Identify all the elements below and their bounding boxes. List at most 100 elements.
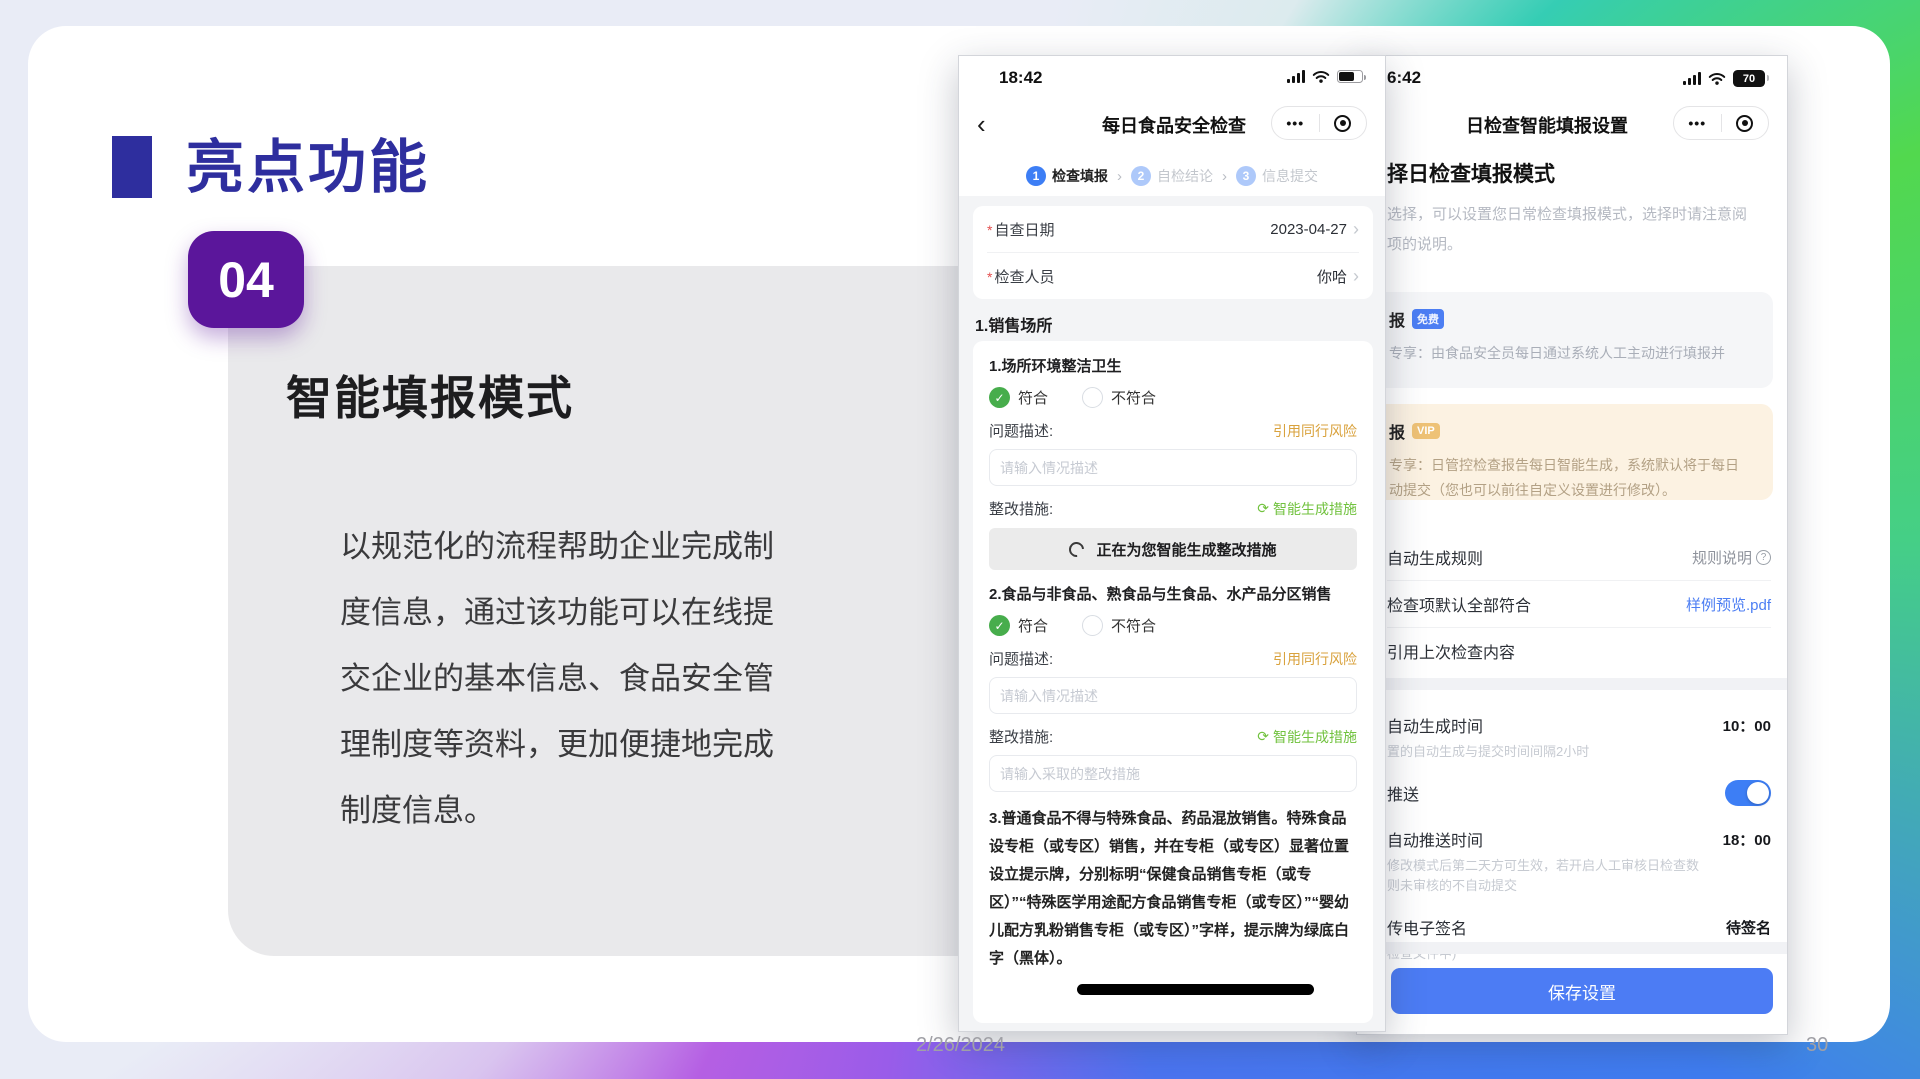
phone-header: 18:42 ‹ 每日食品安全检查 •••	[959, 56, 1385, 196]
mode-vip-name: 报	[1389, 419, 1405, 443]
feature-description: 以规范化的流程帮助企业完成制 度信息，通过该功能可以在线提 交企业的基本信息、食…	[340, 514, 940, 844]
question-2-title: 2.食品与非食品、熟食品与生食品、水产品分区销售	[989, 583, 1357, 604]
form-row-date[interactable]: *自查日期 2023-04-27›	[987, 206, 1359, 252]
refresh-icon: ⟳	[1257, 500, 1269, 517]
mode-vip-title: 报 VIP	[1389, 419, 1757, 443]
measure-input[interactable]	[989, 755, 1357, 792]
radio-pass[interactable]: ✓符合	[989, 387, 1048, 408]
radio-fail[interactable]: 不符合	[1082, 387, 1156, 408]
back-icon[interactable]: ‹	[977, 108, 986, 140]
question-1-title: 1.场所环境整洁卫生	[989, 355, 1357, 376]
more-menu-icon[interactable]: •••	[1272, 115, 1319, 131]
close-target-icon[interactable]	[1320, 115, 1367, 132]
radio-unchecked-icon	[1082, 387, 1103, 408]
mode-free-title: 报 免费	[1389, 307, 1757, 331]
measure-label: 整改措施:	[989, 498, 1053, 519]
section-title: 1.销售场所	[975, 312, 1052, 336]
push-toggle[interactable]	[1725, 780, 1771, 806]
form-body: *自查日期 2023-04-27› *检查人员 你哈› 1.销售场所 1.场所环…	[959, 196, 1385, 1031]
problem-label: 问题描述:	[989, 648, 1053, 669]
footer-date: 2/26/2024	[916, 1034, 1005, 1057]
step-arrow-icon: ›	[1117, 168, 1122, 185]
setting-row-quote-last[interactable]: 引用上次检查内容	[1387, 628, 1771, 674]
generate-time-value: 10：00	[1723, 715, 1771, 736]
radio-unchecked-icon	[1082, 615, 1103, 636]
step-1[interactable]: 1 检查填报	[1026, 166, 1108, 186]
nav-bar: 日检查智能填报设置 •••	[1357, 104, 1787, 146]
setting-row-rule[interactable]: 自动生成规则 规则说明 ?	[1387, 534, 1771, 580]
problem-label: 问题描述:	[989, 420, 1053, 441]
question-1-radios: ✓符合 不符合	[989, 387, 1357, 408]
chevron-right-icon: ›	[1353, 222, 1359, 236]
section-gap	[1357, 678, 1787, 690]
date-value: 2023-04-27›	[1270, 221, 1359, 238]
setting-row-default-pass[interactable]: 检查项默认全部符合 样例预览.pdf	[1387, 581, 1771, 627]
ai-generate-link[interactable]: ⟳智能生成措施	[1257, 499, 1357, 519]
radio-pass[interactable]: ✓符合	[989, 615, 1048, 636]
measure-label: 整改措施:	[989, 726, 1053, 747]
push-time-label: 自动推送时间	[1387, 827, 1483, 851]
ai-generate-link[interactable]: ⟳智能生成措施	[1257, 727, 1357, 747]
step-2-label: 自检结论	[1157, 166, 1213, 186]
save-settings-button[interactable]: 保存设置	[1391, 968, 1773, 1014]
close-target-icon[interactable]	[1722, 115, 1769, 132]
inspector-value: 你哈›	[1317, 266, 1359, 287]
wifi-icon	[1312, 70, 1330, 83]
required-mark: *	[987, 269, 992, 285]
form-meta-card: *自查日期 2023-04-27› *检查人员 你哈›	[973, 206, 1373, 299]
help-icon: ?	[1756, 550, 1771, 565]
problem-label-row: 问题描述: 引用同行风险	[989, 420, 1357, 441]
feature-number-badge: 04	[188, 231, 304, 328]
problem-input[interactable]	[989, 677, 1357, 714]
refresh-icon: ⟳	[1257, 728, 1269, 745]
checklist-card: 1.场所环境整洁卫生 ✓符合 不符合 问题描述: 引用同行风险 整改措施: ⟳智…	[973, 341, 1373, 1023]
problem-input[interactable]	[989, 449, 1357, 486]
step-3-number: 3	[1236, 166, 1256, 186]
signal-icon	[1287, 70, 1305, 83]
mode-free-description: 专享：由食品安全员每日通过系统人工主动进行填报并	[1389, 341, 1757, 366]
default-pass-label: 检查项默认全部符合	[1387, 592, 1531, 616]
setting-row-push[interactable]: 推送	[1387, 770, 1771, 816]
generate-time-note: 置的自动生成与提交时间间隔2小时	[1387, 742, 1771, 770]
title-bullet-square	[112, 136, 152, 198]
mode-option-vip[interactable]: 报 VIP 专享：日管控检查报告每日智能生成，系统默认将于每日 动提交（您也可以…	[1373, 404, 1773, 500]
form-row-inspector[interactable]: *检查人员 你哈›	[987, 253, 1359, 299]
push-label: 推送	[1387, 781, 1419, 805]
rule-help-text: 规则说明	[1692, 547, 1752, 568]
step-2-number: 2	[1131, 166, 1151, 186]
vip-badge: VIP	[1412, 423, 1440, 439]
push-time-note: 修改模式后第二天方可生效，若开启人工审核日检查数 则未审核的不自动提交	[1387, 856, 1771, 904]
slide-canvas: 亮点功能 04 智能填报模式 以规范化的流程帮助企业完成制 度信息，通过该功能可…	[0, 0, 1920, 1079]
page-number: 30	[1806, 1034, 1828, 1057]
settings-group-rules: 自动生成规则 规则说明 ? 检查项默认全部符合 样例预览.pdf 引用上次检查内…	[1357, 534, 1787, 674]
settings-description: 选择，可以设置您日常检查填报模式，选择时请注意阅 项的说明。	[1387, 200, 1777, 260]
rule-label: 自动生成规则	[1387, 545, 1483, 569]
signal-icon	[1683, 72, 1701, 85]
quote-risk-link[interactable]: 引用同行风险	[1273, 421, 1357, 441]
push-time-value: 18：00	[1723, 829, 1771, 850]
slide-title: 亮点功能	[186, 120, 430, 204]
status-bar: 18:42	[959, 64, 1385, 94]
feature-heading: 智能填报模式	[286, 362, 574, 428]
wifi-icon	[1708, 72, 1726, 85]
mode-option-free[interactable]: 报 免费 专享：由食品安全员每日通过系统人工主动进行填报并	[1373, 292, 1773, 388]
step-2[interactable]: 2 自检结论	[1131, 166, 1213, 186]
step-1-number: 1	[1026, 166, 1046, 186]
radio-fail[interactable]: 不符合	[1082, 615, 1156, 636]
miniprogram-capsule[interactable]: •••	[1271, 106, 1367, 140]
more-menu-icon[interactable]: •••	[1674, 115, 1721, 131]
status-time: 6:42	[1387, 68, 1421, 88]
measure-label-row: 整改措施: ⟳智能生成措施	[989, 726, 1357, 747]
quote-risk-link[interactable]: 引用同行风险	[1273, 649, 1357, 669]
required-mark: *	[987, 222, 992, 238]
spinner-icon	[1066, 538, 1087, 559]
step-arrow-icon: ›	[1222, 168, 1227, 185]
section-gap	[1357, 942, 1787, 954]
miniprogram-capsule[interactable]: •••	[1673, 106, 1769, 140]
step-3[interactable]: 3 信息提交	[1236, 166, 1318, 186]
radio-pass-label: 符合	[1018, 615, 1048, 636]
radio-fail-label: 不符合	[1111, 615, 1156, 636]
rule-help-link[interactable]: 规则说明 ?	[1692, 547, 1771, 568]
radio-checked-icon: ✓	[989, 387, 1010, 408]
sample-pdf-link[interactable]: 样例预览.pdf	[1686, 594, 1771, 615]
